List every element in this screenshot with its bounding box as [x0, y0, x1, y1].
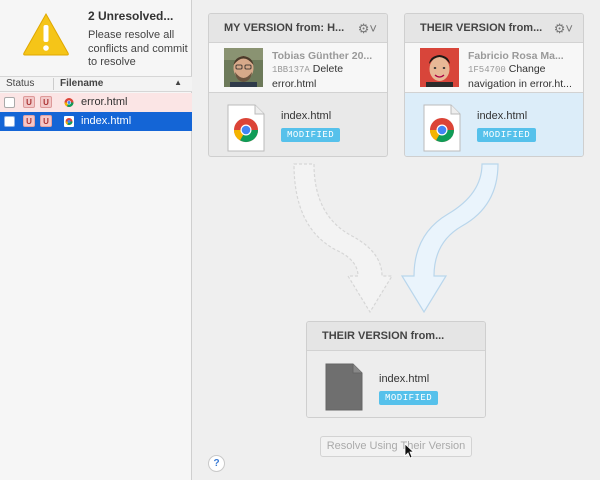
commit-author: Tobias Günther 20... [272, 50, 373, 62]
unmerged-badge: U [23, 96, 35, 108]
chrome-document-icon [227, 104, 265, 152]
commit-info: Tobias Günther 20... 1BB137A Delete erro… [209, 43, 387, 93]
warning-title: 2 Unresolved... [88, 9, 174, 23]
sidebar: 2 Unresolved... Please resolve all confl… [0, 0, 192, 480]
file-preview: index.html MODIFIED [209, 93, 387, 156]
modified-badge: MODIFIED [281, 128, 341, 142]
warning-icon [23, 12, 69, 56]
modified-badge: MODIFIED [477, 128, 537, 142]
status-column-header[interactable]: Status [6, 78, 34, 89]
file-table-header: Status Filename ▲ [0, 76, 192, 92]
my-version-card[interactable]: MY VERSION from: H... ⚙˅ Tobias Günther … [208, 13, 388, 157]
file-name: index.html [477, 110, 528, 122]
gear-icon[interactable]: ⚙˅ [554, 21, 573, 37]
card-header: THEIR VERSION from... ⚙˅ [405, 14, 583, 43]
mouse-cursor-icon [404, 443, 414, 459]
author-avatar [224, 48, 263, 87]
sort-ascending-icon[interactable]: ▲ [174, 78, 182, 87]
card-header: THEIR VERSION from... [307, 322, 485, 351]
card-header: MY VERSION from: H... ⚙˅ [209, 14, 387, 43]
column-divider [53, 78, 54, 90]
merge-arrows [293, 163, 499, 314]
warning-message: Please resolve all conflicts and commit … [88, 29, 188, 68]
help-button[interactable]: ? [208, 455, 225, 472]
stage-checkbox[interactable] [4, 97, 15, 108]
commit-author: Fabricio Rosa Ma... [468, 50, 564, 62]
file-name: error.html [81, 96, 128, 108]
card-title: THEIR VERSION from... [322, 330, 445, 342]
resolve-using-their-version-button[interactable]: Resolve Using Their Version [320, 436, 472, 457]
card-title: MY VERSION from: H... [224, 22, 345, 34]
html-file-icon [64, 116, 74, 127]
commit-message-block: 1F54700 Change navigation in error.ht... [468, 63, 573, 91]
unmerged-badge: U [40, 96, 52, 108]
stage-checkbox[interactable] [4, 116, 15, 127]
commit-info: Fabricio Rosa Ma... 1F54700 Change navig… [405, 43, 583, 93]
card-title: THEIR VERSION from... [420, 22, 543, 34]
html-file-icon [64, 98, 74, 107]
conflict-warning: 2 Unresolved... Please resolve all confl… [0, 0, 192, 76]
gear-icon[interactable]: ⚙˅ [358, 21, 377, 37]
file-row-error-html[interactable]: U U error.html [0, 93, 192, 112]
file-name: index.html [379, 373, 430, 385]
filename-column-header[interactable]: Filename [60, 78, 103, 89]
commit-message-block: 1BB137A Delete error.html [272, 63, 377, 91]
their-version-card[interactable]: THEIR VERSION from... ⚙˅ Fabricio Rosa M… [404, 13, 584, 157]
commit-hash: 1F54700 [468, 65, 506, 75]
unmerged-badge: U [40, 115, 52, 127]
unmerged-badge: U [23, 115, 35, 127]
file-preview: index.html MODIFIED [307, 351, 485, 417]
document-icon [325, 363, 363, 411]
author-avatar [420, 48, 459, 87]
modified-badge: MODIFIED [379, 391, 439, 405]
commit-hash: 1BB137A [272, 65, 310, 75]
file-preview: index.html MODIFIED [405, 93, 583, 156]
result-version-card: THEIR VERSION from... index.html MODIFIE… [306, 321, 486, 418]
file-row-index-html[interactable]: U U index.html [0, 112, 192, 131]
file-name: index.html [281, 110, 332, 122]
conflict-resolution-panel: MY VERSION from: H... ⚙˅ Tobias Günther … [192, 0, 600, 480]
file-name: index.html [81, 115, 132, 127]
chrome-document-icon [423, 104, 461, 152]
